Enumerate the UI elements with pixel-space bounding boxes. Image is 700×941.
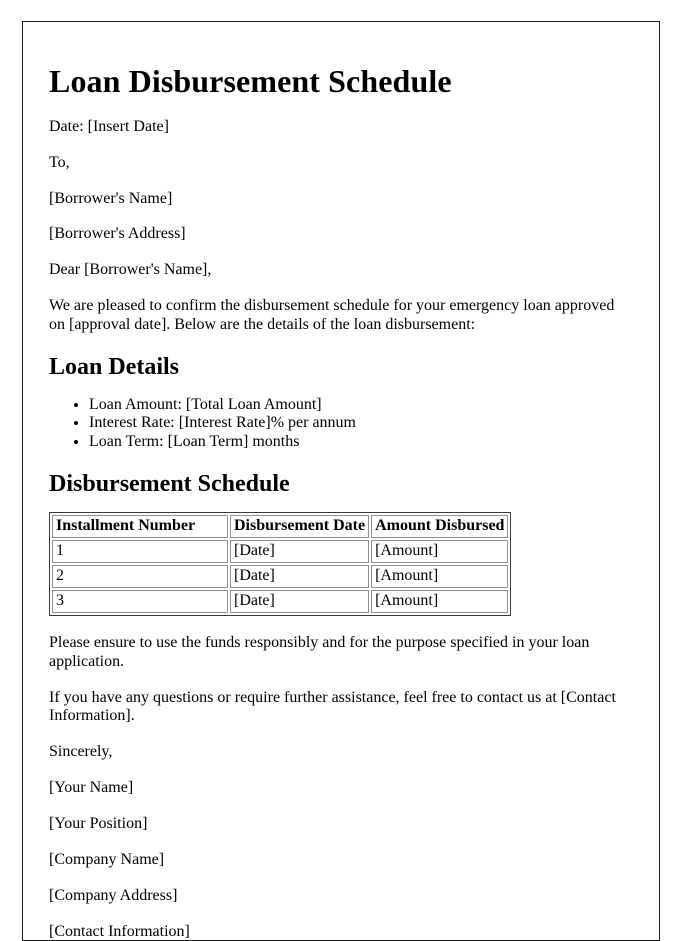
- signature-company-address: [Company Address]: [49, 886, 178, 904]
- table-row: 1 [Date] [Amount]: [52, 540, 509, 564]
- closing-paragraph-2: If you have any questions or require fur…: [49, 688, 616, 725]
- cell-disbursement-date: [Date]: [230, 565, 370, 588]
- signature-your-position: [Your Position]: [49, 815, 148, 833]
- list-item: Loan Amount: [Total Loan Amount]: [89, 396, 633, 415]
- cell-installment-number: 3: [52, 589, 228, 613]
- cell-amount-disbursed: [Amount]: [371, 540, 509, 564]
- signature-company-name: [Company Name]: [49, 850, 165, 868]
- table-header-row: Installment Number Disbursement Date Amo…: [52, 515, 509, 539]
- loan-details-heading: Loan Details: [49, 353, 180, 380]
- borrower-address: [Borrower's Address]: [49, 225, 186, 243]
- cell-disbursement-date: [Date]: [230, 540, 370, 564]
- signature-sincerely: Sincerely,: [49, 743, 113, 761]
- cell-installment-number: 2: [52, 565, 228, 588]
- cell-amount-disbursed: [Amount]: [371, 565, 509, 588]
- closing-paragraph-1: Please ensure to use the funds responsib…: [49, 633, 590, 670]
- column-header-installment-number: Installment Number: [52, 515, 228, 539]
- column-header-amount-disbursed: Amount Disbursed: [371, 515, 509, 539]
- loan-details-list: Loan Amount: [Total Loan Amount] Interes…: [49, 396, 633, 452]
- signature-your-name: [Your Name]: [49, 779, 134, 797]
- cell-amount-disbursed: [Amount]: [371, 589, 509, 613]
- column-header-disbursement-date: Disbursement Date: [230, 515, 370, 539]
- recipient-to-label: To,: [49, 153, 70, 171]
- disbursement-schedule-table: Installment Number Disbursement Date Amo…: [49, 512, 512, 616]
- page-title: Loan Disbursement Schedule: [49, 63, 452, 99]
- disbursement-schedule-heading: Disbursement Schedule: [49, 470, 290, 497]
- cell-installment-number: 1: [52, 540, 228, 564]
- date-line: Date: [Insert Date]: [49, 117, 169, 135]
- cell-disbursement-date: [Date]: [230, 589, 370, 613]
- table-row: 3 [Date] [Amount]: [52, 589, 509, 613]
- document-body: Loan Disbursement Schedule Date: [Insert…: [23, 22, 659, 940]
- table-row: 2 [Date] [Amount]: [52, 565, 509, 588]
- intro-paragraph: We are pleased to confirm the disburseme…: [49, 297, 615, 334]
- document-page: Loan Disbursement Schedule Date: [Insert…: [22, 21, 660, 941]
- list-item: Interest Rate: [Interest Rate]% per annu…: [89, 414, 633, 433]
- signature-contact-information: [Contact Information]: [49, 922, 190, 940]
- greeting: Dear [Borrower's Name],: [49, 261, 212, 279]
- list-item: Loan Term: [Loan Term] months: [89, 433, 633, 452]
- borrower-name: [Borrower's Name]: [49, 189, 173, 207]
